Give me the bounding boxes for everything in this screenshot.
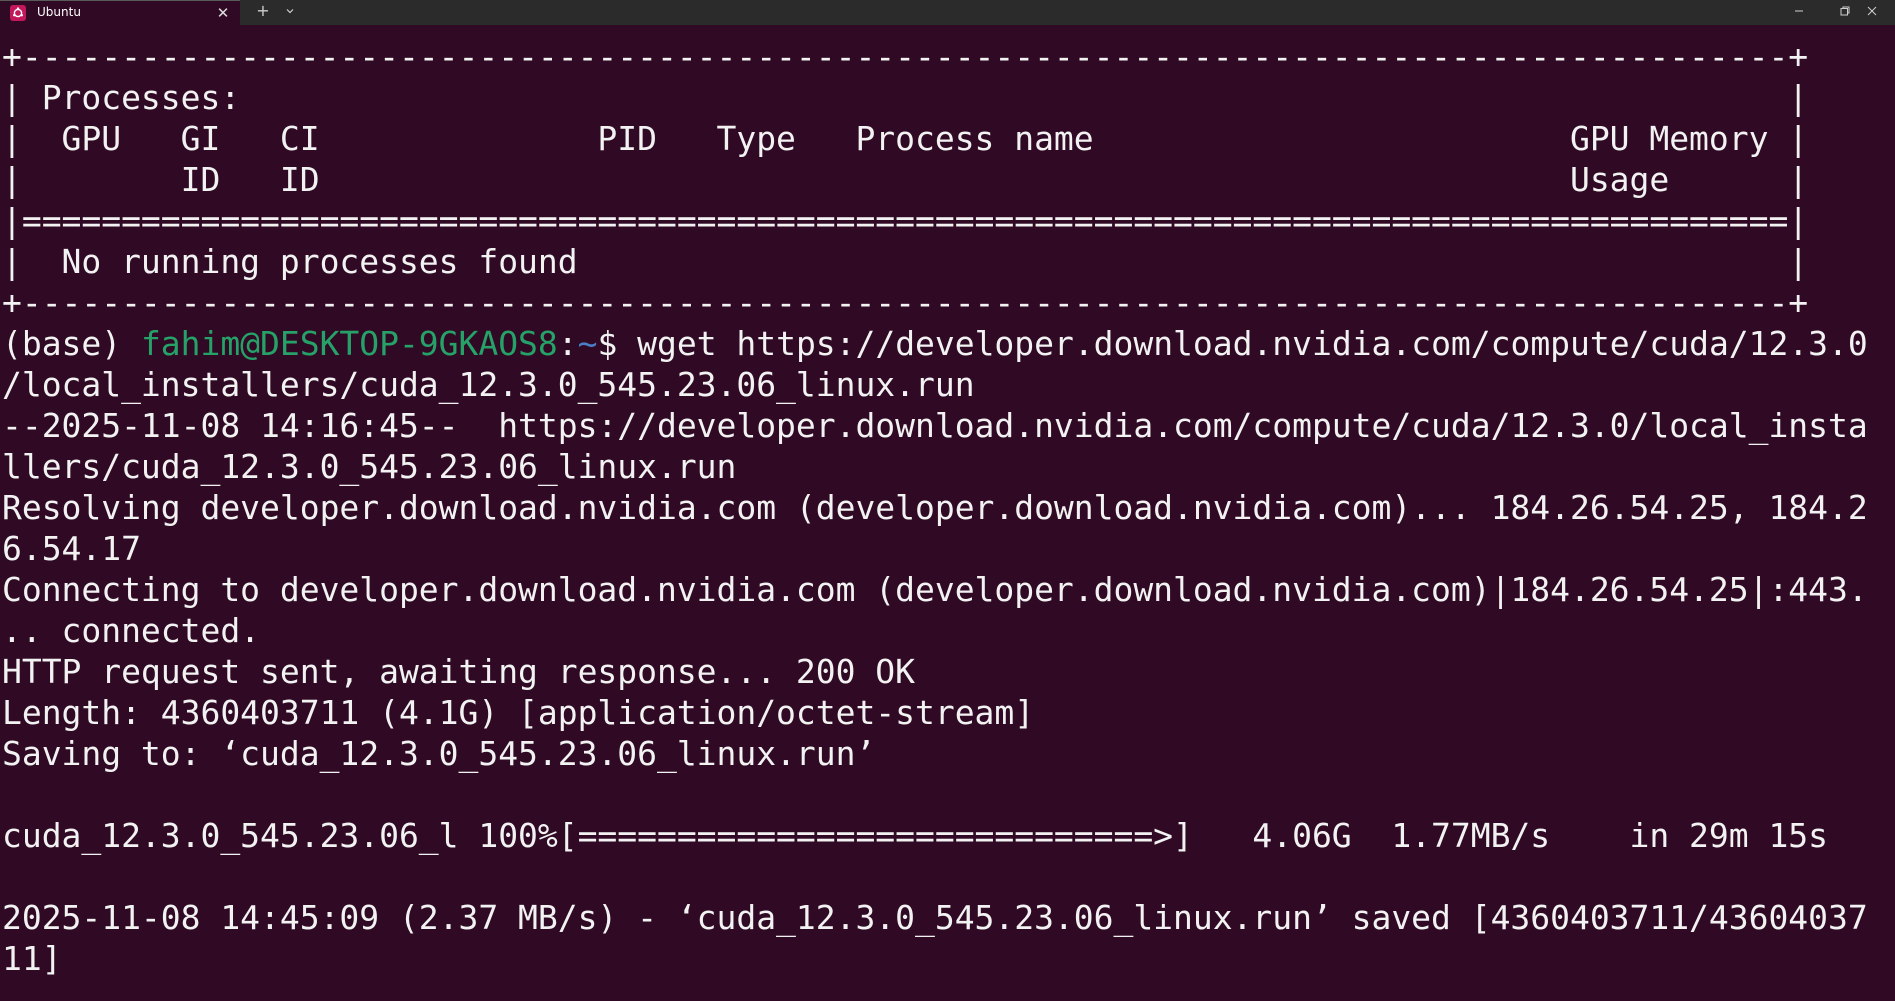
output-line: 6.54.17 — [2, 529, 141, 568]
download-progress-line: cuda_12.3.0_545.23.06_l 100%[===========… — [2, 816, 1828, 855]
prompt-symbol: $ — [597, 324, 638, 363]
ubuntu-logo-icon — [10, 5, 26, 21]
close-icon — [1867, 6, 1877, 16]
table-header-columns: | GPU GI CI PID Type Process name GPU Me… — [2, 119, 1809, 158]
command-text: wget https://developer.download.nvidia.c… — [637, 324, 1868, 363]
table-separator: |=======================================… — [2, 201, 1809, 240]
output-line: HTTP request sent, awaiting response... … — [2, 652, 915, 691]
window-titlebar: Ubuntu ✕ + — [0, 0, 1895, 25]
output-line: Connecting to developer.download.nvidia.… — [2, 570, 1868, 609]
tab-dropdown-button[interactable] — [282, 0, 298, 22]
chevron-down-icon — [286, 9, 294, 14]
table-header-processes: | Processes: | — [2, 78, 1809, 117]
output-line: --2025-11-08 14:16:45-- https://develope… — [2, 406, 1868, 445]
table-border-bottom: +---------------------------------------… — [2, 283, 1809, 322]
output-line: 11] — [2, 939, 62, 978]
output-line: .. connected. — [2, 611, 261, 650]
output-line: Length: 4360403711 (4.1G) [application/o… — [2, 693, 1035, 732]
output-line: Resolving developer.download.nvidia.com … — [2, 488, 1868, 527]
minimize-icon — [1795, 10, 1803, 12]
prompt-path: ~ — [577, 324, 598, 363]
output-line: 2025-11-08 14:45:09 (2.37 MB/s) - ‘cuda_… — [2, 898, 1868, 937]
terminal-output[interactable]: +---------------------------------------… — [0, 25, 1895, 1001]
prompt-colon: : — [557, 324, 578, 363]
tab-close-button[interactable]: ✕ — [214, 2, 232, 24]
tab-ubuntu[interactable]: Ubuntu ✕ — [0, 0, 240, 25]
new-tab-button[interactable]: + — [254, 0, 272, 22]
close-window-button[interactable] — [1849, 0, 1895, 22]
table-header-columns-2: | ID ID Usage | — [2, 160, 1809, 199]
prompt-line: (base) fahim@DESKTOP-9GKAOS8:~$ wget htt… — [2, 323, 1868, 364]
output-line: llers/cuda_12.3.0_545.23.06_linux.run — [2, 447, 737, 486]
table-row-no-processes: | No running processes found | — [2, 242, 1809, 281]
prompt-env: (base) — [2, 324, 141, 363]
prompt-user-host: fahim@DESKTOP-9GKAOS8 — [140, 324, 558, 363]
output-line: Saving to: ‘cuda_12.3.0_545.23.06_linux.… — [2, 734, 876, 773]
command-continuation: /local_installers/cuda_12.3.0_545.23.06_… — [2, 365, 975, 404]
tab-title: Ubuntu — [37, 5, 81, 19]
minimize-button[interactable] — [1776, 0, 1822, 22]
table-border-top: +---------------------------------------… — [2, 37, 1809, 76]
